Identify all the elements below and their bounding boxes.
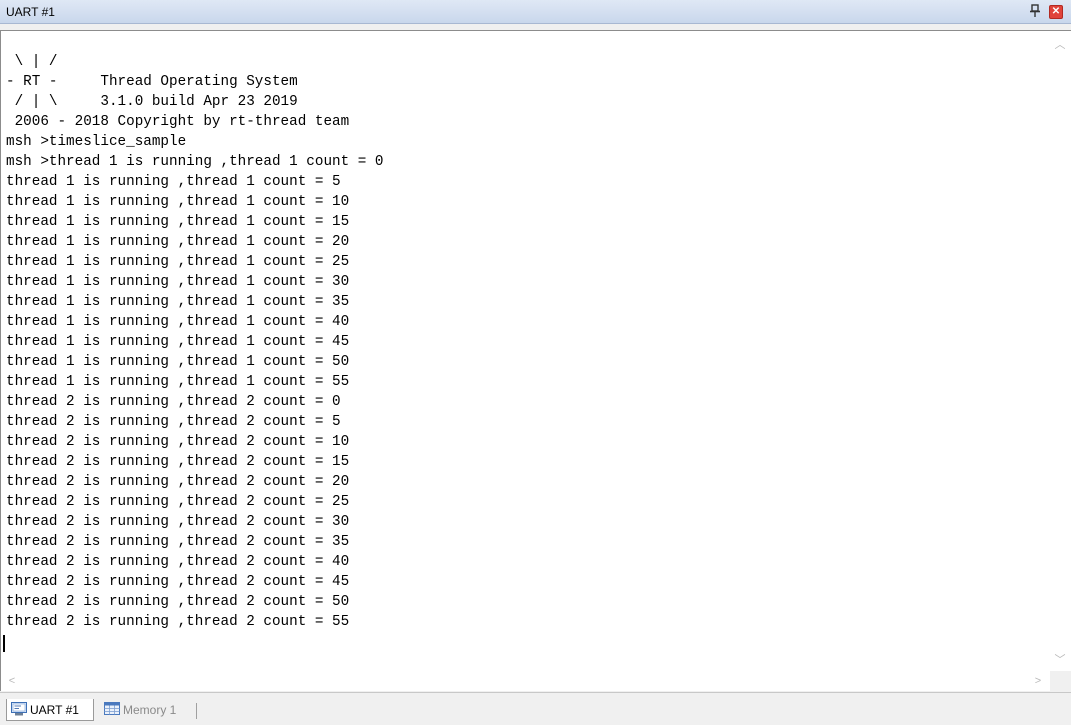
tab-memory-label: Memory 1 — [123, 703, 177, 717]
terminal-line: msh >thread 1 is running ,thread 1 count… — [6, 154, 384, 170]
terminal-line: thread 2 is running ,thread 2 count = 35 — [6, 534, 350, 550]
text-cursor — [3, 635, 5, 652]
window-titlebar: UART #1 ✕ — [0, 0, 1071, 24]
tab-uart[interactable]: UART #1 — [6, 699, 94, 721]
memory-grid-icon — [104, 702, 120, 716]
close-icon[interactable]: ✕ — [1049, 5, 1063, 19]
terminal-line: thread 2 is running ,thread 2 count = 30 — [6, 514, 350, 530]
terminal-line: thread 1 is running ,thread 1 count = 30 — [6, 274, 350, 290]
terminal-line: thread 2 is running ,thread 2 count = 15 — [6, 454, 350, 470]
terminal-line: thread 2 is running ,thread 2 count = 0 — [6, 394, 341, 410]
scroll-right-icon[interactable]: > — [1029, 672, 1047, 690]
terminal-line: 2006 - 2018 Copyright by rt-thread team — [6, 114, 350, 130]
pin-icon[interactable] — [1027, 4, 1043, 20]
scroll-left-icon[interactable]: < — [3, 672, 21, 690]
vertical-scrollbar[interactable]: ︿ ﹀ — [1050, 31, 1070, 671]
tab-bar: UART #1 Memory 1 — [0, 692, 1071, 725]
terminal-line: thread 1 is running ,thread 1 count = 50 — [6, 354, 350, 370]
terminal-line: thread 1 is running ,thread 1 count = 45 — [6, 334, 350, 350]
terminal-line: thread 1 is running ,thread 1 count = 10 — [6, 194, 350, 210]
terminal-line: - RT - Thread Operating System — [6, 74, 298, 90]
terminal-line: thread 1 is running ,thread 1 count = 55 — [6, 374, 350, 390]
terminal-line: thread 2 is running ,thread 2 count = 40 — [6, 554, 350, 570]
terminal-line: thread 1 is running ,thread 1 count = 25 — [6, 254, 350, 270]
window-title: UART #1 — [6, 5, 55, 19]
terminal-line: thread 2 is running ,thread 2 count = 55 — [6, 614, 350, 630]
terminal-line: / | \ 3.1.0 build Apr 23 2019 — [6, 94, 298, 110]
tab-uart-label: UART #1 — [30, 703, 79, 717]
terminal-line: thread 1 is running ,thread 1 count = 35 — [6, 294, 350, 310]
terminal-line: thread 2 is running ,thread 2 count = 45 — [6, 574, 350, 590]
tab-divider — [196, 703, 197, 719]
terminal-line: thread 1 is running ,thread 1 count = 5 — [6, 174, 341, 190]
serial-window-icon — [11, 702, 27, 716]
scroll-down-icon[interactable]: ﹀ — [1051, 651, 1069, 669]
terminal-output[interactable]: \ | / - RT - Thread Operating System / | … — [6, 52, 1046, 672]
pin-icon-graphic — [1030, 4, 1040, 17]
tab-memory[interactable]: Memory 1 — [100, 699, 196, 721]
horizontal-scrollbar[interactable]: < > — [1, 671, 1050, 691]
terminal-line: thread 1 is running ,thread 1 count = 20 — [6, 234, 350, 250]
terminal-line: \ | / — [6, 54, 58, 70]
scrollbar-corner — [1050, 671, 1071, 691]
terminal-line: thread 1 is running ,thread 1 count = 40 — [6, 314, 350, 330]
terminal-panel[interactable]: \ | / - RT - Thread Operating System / | … — [0, 30, 1071, 691]
terminal-line: thread 2 is running ,thread 2 count = 20 — [6, 474, 350, 490]
terminal-line: thread 1 is running ,thread 1 count = 15 — [6, 214, 350, 230]
terminal-line: thread 2 is running ,thread 2 count = 25 — [6, 494, 350, 510]
terminal-line: thread 2 is running ,thread 2 count = 50 — [6, 594, 350, 610]
terminal-line: msh >timeslice_sample — [6, 134, 187, 150]
scroll-up-icon[interactable]: ︿ — [1051, 36, 1069, 54]
terminal-line: thread 2 is running ,thread 2 count = 10 — [6, 434, 350, 450]
terminal-line: thread 2 is running ,thread 2 count = 5 — [6, 414, 341, 430]
